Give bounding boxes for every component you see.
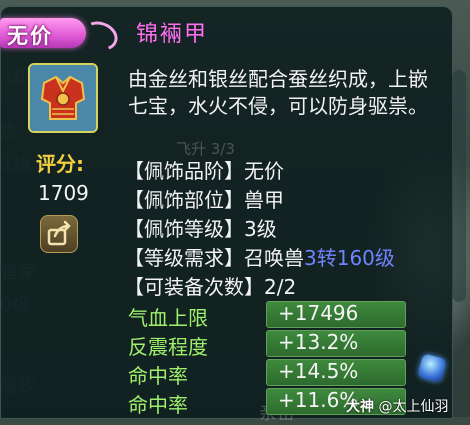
scrollbar[interactable] [452,70,466,302]
attr-grade: 【佩饰品阶】无价 [124,159,284,183]
stat-value: +14.5% [278,359,359,383]
item-icon-slot[interactable] [28,63,98,133]
share-icon [47,220,71,246]
attr-equip-count: 【可装备次数】2/2 [124,275,297,299]
watermark-brand: 大神 [346,399,374,415]
rarity-badge: 无价 [0,12,122,56]
stat-name: 命中率 [128,393,188,417]
armor-icon [30,65,96,131]
attr-requirement-label: 【等级需求】召唤兽 [124,246,304,270]
stat-name: 气血上限 [128,306,208,330]
stat-name: 反震程度 [128,335,208,359]
stat-value: +13.2% [278,330,359,354]
attr-requirement: 【等级需求】召唤兽3转160级 [124,242,395,271]
share-button[interactable] [40,215,78,253]
attr-slot: 【佩饰部位】兽甲 [124,188,284,212]
attr-level: 【佩饰等级】3级 [124,217,277,241]
score-label: 评分: [36,152,84,176]
item-description: 由金丝和银丝配合蚕丝织成，上嵌七宝，水火不侵，可以防身驱祟。 [128,67,428,118]
item-name: 锦裲甲 [136,22,209,47]
stat-value: +17496 [278,301,359,325]
attr-requirement-value: 3转160级 [304,246,395,270]
ribbon-swirl-icon [78,16,122,56]
stat-name: 命中率 [128,364,188,388]
watermark: 大神 @太上仙羽 [346,396,448,416]
rarity-label: 无价 [7,24,53,48]
score-value: 1709 [38,181,89,205]
watermark-user: @太上仙羽 [378,399,449,415]
